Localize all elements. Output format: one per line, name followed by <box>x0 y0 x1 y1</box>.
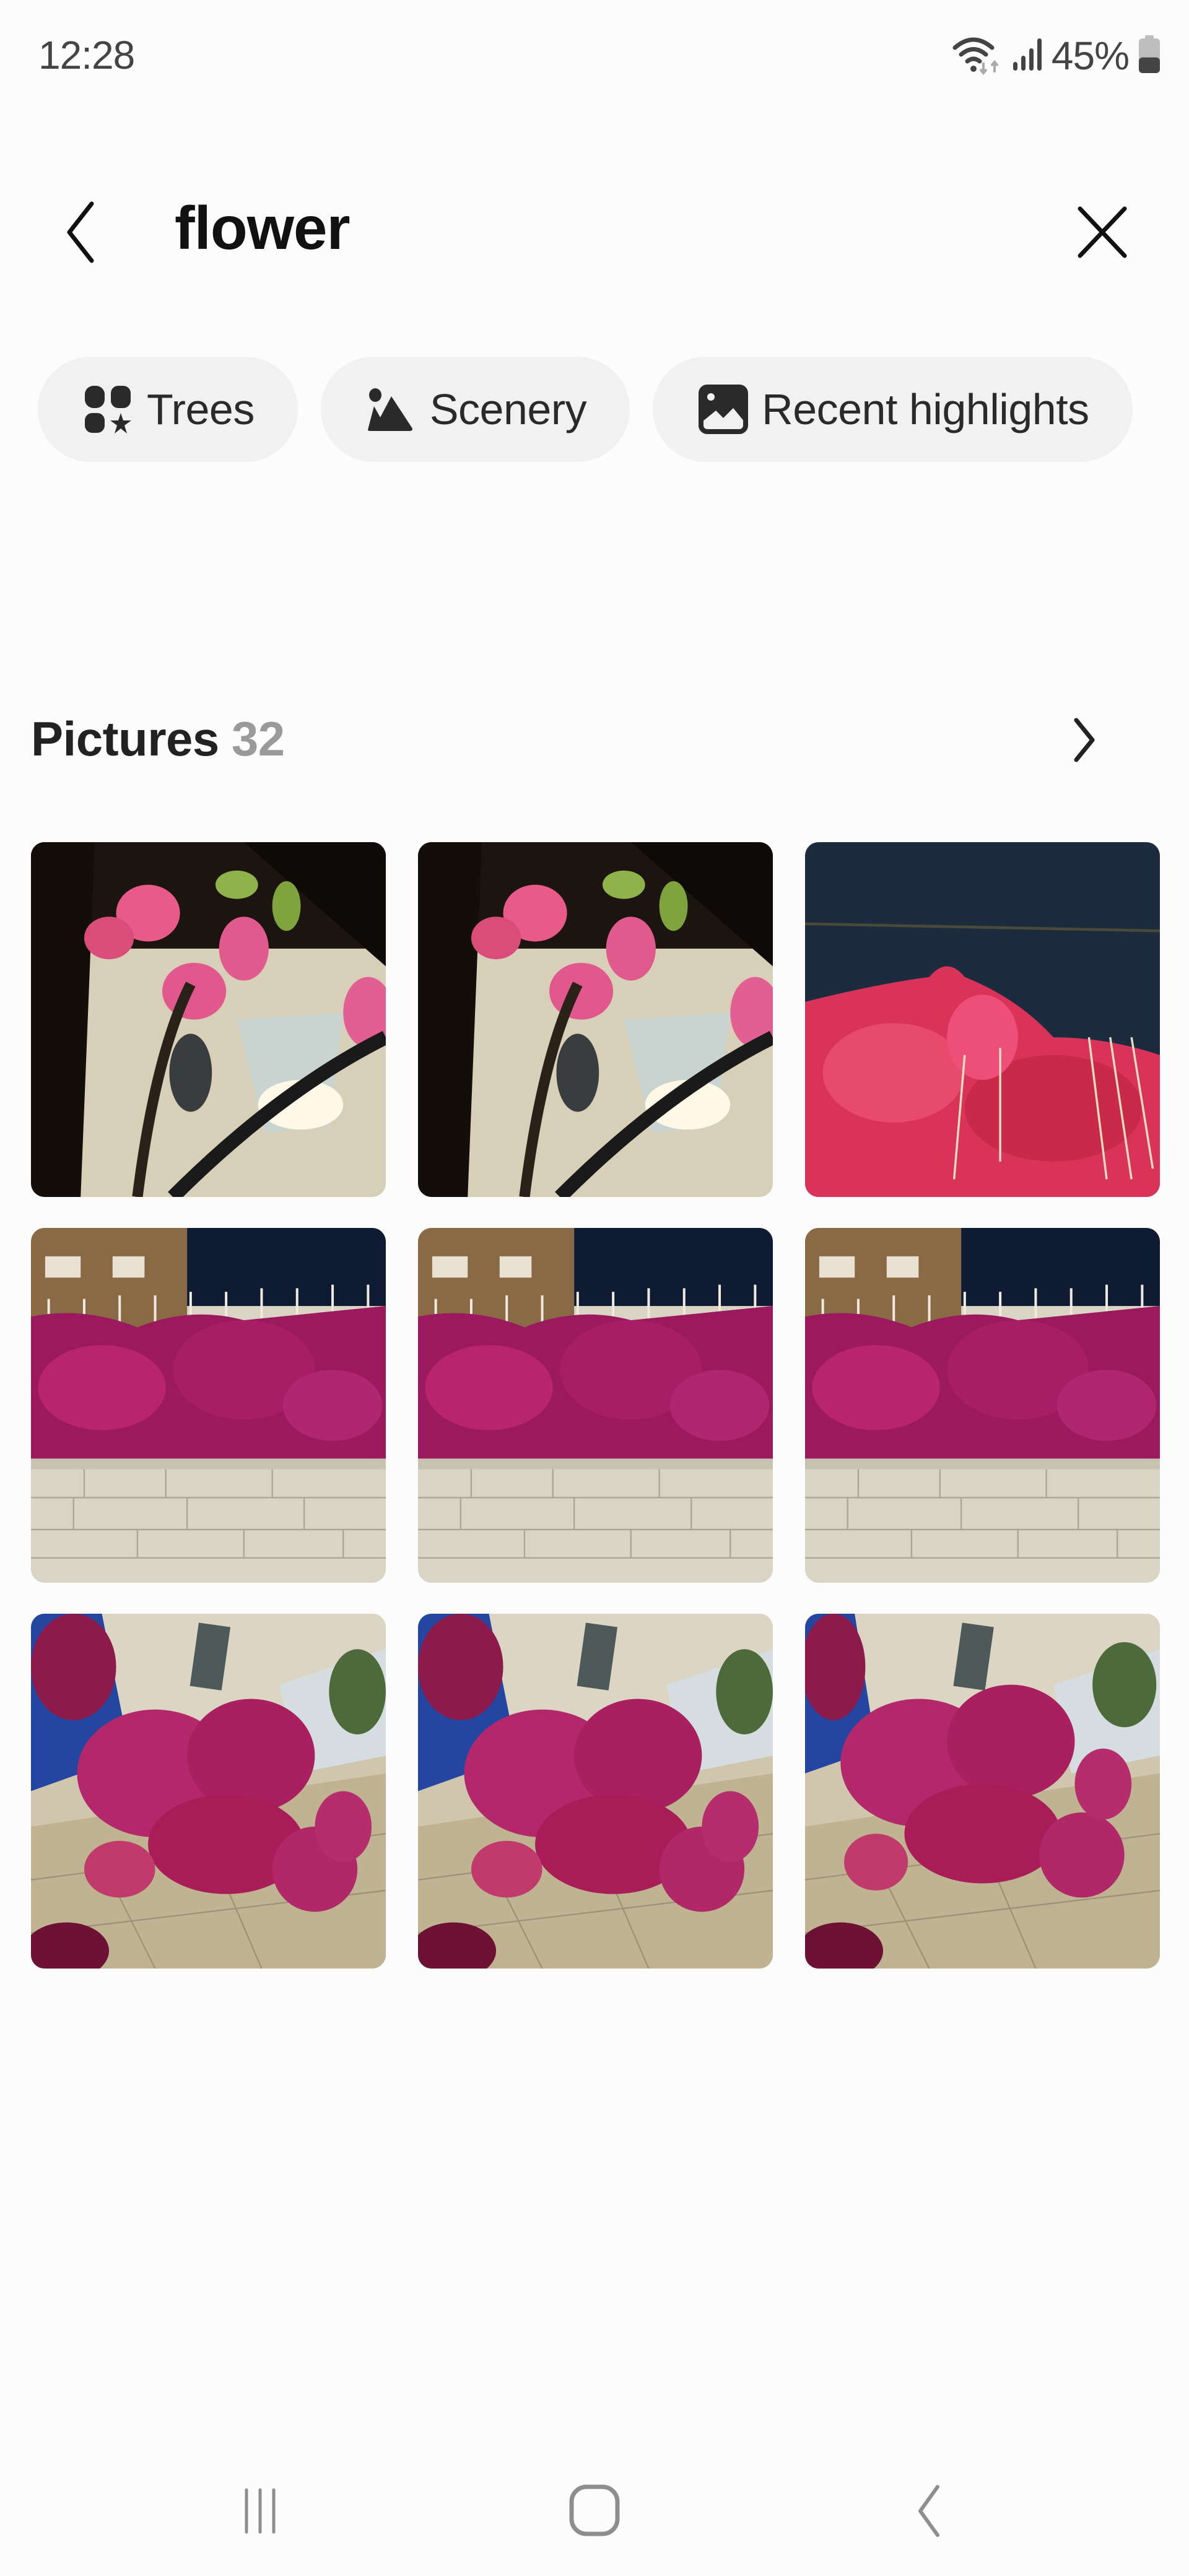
photo-thumbnail[interactable] <box>805 1228 1160 1583</box>
recent-apps-icon <box>245 2488 276 2534</box>
signal-icon <box>1012 37 1043 75</box>
chevron-left-icon <box>67 201 94 263</box>
home-icon <box>569 2484 620 2536</box>
back-button[interactable] <box>56 195 111 269</box>
chip-label: Trees <box>147 385 255 433</box>
nav-recent-apps-button[interactable] <box>211 2471 310 2551</box>
wifi-icon <box>951 34 1003 78</box>
battery-icon <box>1138 35 1161 77</box>
landscape-icon <box>367 388 412 431</box>
photo-thumbnail[interactable] <box>418 1614 773 1969</box>
chip-trees[interactable]: Trees <box>38 357 298 462</box>
photo-thumbnail[interactable] <box>418 842 773 1197</box>
chevron-right-icon <box>1074 718 1095 762</box>
close-icon <box>1078 206 1127 258</box>
see-all-pictures-button[interactable] <box>1059 709 1108 771</box>
photo-thumbnail[interactable] <box>418 1228 773 1583</box>
photo-image <box>31 1614 386 1969</box>
photo-image <box>31 1228 386 1583</box>
photo-thumbnail[interactable] <box>31 842 386 1197</box>
section-title: Pictures <box>31 711 219 766</box>
category-icon <box>85 386 131 433</box>
photo-image <box>418 842 773 1197</box>
photo-grid <box>31 842 1160 1969</box>
clear-search-button[interactable] <box>1071 201 1133 263</box>
photo-thumbnail[interactable] <box>805 1614 1160 1969</box>
photo-image <box>805 1614 1160 1969</box>
photo-thumbnail[interactable] <box>31 1614 386 1969</box>
back-icon <box>918 2485 939 2537</box>
chip-scenery[interactable]: Scenery <box>320 357 630 462</box>
photo-thumbnail[interactable] <box>805 842 1160 1197</box>
section-header-pictures[interactable]: Pictures 32 <box>31 711 285 767</box>
suggestion-chips: Trees Scenery Recent highlights <box>38 357 1133 462</box>
photo-image <box>418 1228 773 1583</box>
status-time: 12:28 <box>38 33 135 77</box>
photo-image <box>805 842 1160 1197</box>
photo-image <box>805 1228 1160 1583</box>
picture-icon <box>699 385 749 434</box>
status-icons: 45% <box>951 31 1161 80</box>
section-count: 32 <box>231 711 285 766</box>
chip-label: Scenery <box>429 385 587 433</box>
photo-thumbnail[interactable] <box>31 1228 386 1583</box>
photo-image <box>31 842 386 1197</box>
photo-image <box>418 1614 773 1969</box>
nav-back-button[interactable] <box>879 2471 978 2551</box>
chip-label: Recent highlights <box>762 385 1089 433</box>
battery-percent: 45% <box>1051 33 1130 78</box>
search-query[interactable]: flower <box>175 193 351 263</box>
chip-recent-highlights[interactable]: Recent highlights <box>653 357 1133 462</box>
nav-home-button[interactable] <box>545 2471 644 2551</box>
